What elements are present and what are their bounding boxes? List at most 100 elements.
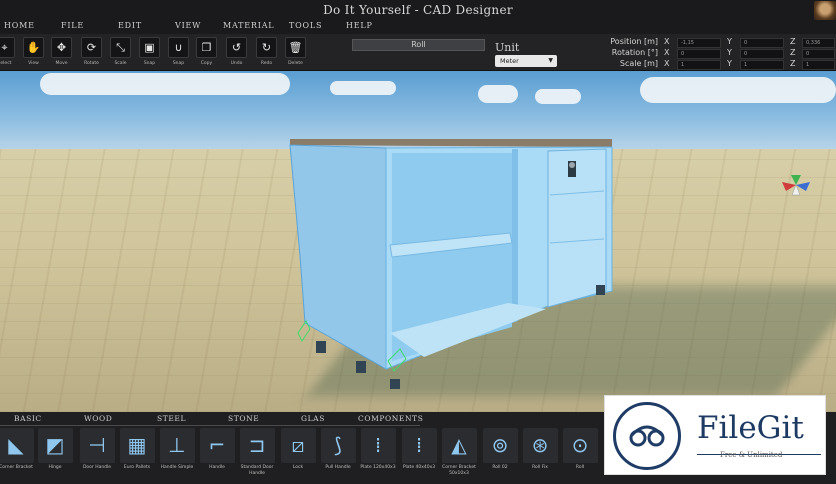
menu-home[interactable]: HOME	[4, 21, 35, 30]
tool-snap-button[interactable]: ▣ Snap	[138, 37, 161, 70]
library-item[interactable]: ◣ Corner Bracket	[0, 428, 35, 484]
library-item[interactable]: ⌐ Handle	[198, 428, 236, 484]
library-item-label: Lock	[292, 465, 304, 470]
tool-label: Move	[55, 61, 68, 66]
library-item[interactable]: ⊙ Roll	[561, 428, 599, 484]
library-item[interactable]: ◭ Corner Bracket 50x10x3	[440, 428, 478, 484]
rotation-y-field[interactable]: 0	[740, 49, 784, 59]
library-item-label: Roll Fix	[532, 465, 548, 470]
user-avatar[interactable]	[814, 1, 836, 21]
hand-icon: ✋	[23, 37, 44, 58]
library-item[interactable]: ⟆ Pull Handle	[319, 428, 357, 484]
tool-label: Snap	[172, 61, 185, 66]
magnet-icon: ∪	[168, 37, 189, 58]
library-item-label: Plate 40x40x3	[402, 465, 436, 470]
cabinet-model[interactable]	[0, 71, 836, 412]
window-title: Do It Yourself - CAD Designer	[323, 3, 513, 17]
move-icon: ✥	[51, 37, 72, 58]
scale-z-axis-label: Z	[790, 59, 796, 68]
axis-gizmo[interactable]	[778, 171, 814, 201]
scale-icon: ⤡	[110, 37, 131, 58]
rotation-x-field[interactable]: 0	[677, 49, 721, 59]
tab-stone[interactable]: STONE	[228, 414, 259, 423]
tab-basic[interactable]: BASIC	[14, 414, 42, 423]
tool-view-button[interactable]: ✋ View	[22, 37, 45, 70]
3d-viewport[interactable]	[0, 71, 836, 412]
hinge-icon: ◩	[37, 428, 73, 463]
scale-z-field[interactable]: 1	[802, 60, 835, 70]
tool-select-button[interactable]: ⌖ Select	[0, 37, 16, 70]
menu-view[interactable]: VIEW	[175, 21, 201, 30]
position-y-field[interactable]: 0	[740, 38, 784, 48]
menu-file[interactable]: FILE	[61, 21, 84, 30]
library-item[interactable]: ⊚ Roll 02	[481, 428, 519, 484]
roll-button[interactable]: Roll	[352, 39, 485, 51]
library-item[interactable]: ⊐ Standard Door Handle	[238, 428, 276, 484]
library-item[interactable]: ⁞ Plate 40x40x3	[400, 428, 438, 484]
undo-icon: ↺	[226, 37, 247, 58]
unit-value: Meter	[500, 57, 519, 65]
library-item-label: Hinge	[48, 465, 62, 470]
library-item[interactable]: ⁞ Plate 120x40x3	[359, 428, 397, 484]
tab-wood[interactable]: WOOD	[84, 414, 112, 423]
position-label: Position [m]	[610, 37, 658, 46]
tool-label: View	[28, 61, 39, 66]
library-item-label: Plate 120x40x3	[360, 465, 396, 470]
rotate-icon: ⟳	[81, 37, 102, 58]
tool-move-button[interactable]: ✥ Move	[50, 37, 73, 70]
snap-box-icon: ▣	[139, 37, 160, 58]
library-item-label: Euro Pallets	[123, 465, 151, 470]
tool-label: Delete	[288, 61, 303, 66]
tool-label: Rotate	[84, 61, 99, 66]
library-item[interactable]: ⧄ Lock	[279, 428, 317, 484]
menu-help[interactable]: HELP	[346, 21, 373, 30]
library-item[interactable]: ◩ Hinge	[36, 428, 74, 484]
library-item-label: Roll 02	[492, 465, 508, 470]
scale-y-field[interactable]: 1	[740, 60, 784, 70]
tool-rotate-button[interactable]: ⟳ Rotate	[80, 37, 103, 70]
position-z-field[interactable]: 0,336	[802, 38, 835, 48]
menu-bar: HOME FILE EDIT VIEW MATERIAL TOOLS HELP	[0, 20, 836, 34]
tool-label: Scale	[114, 61, 127, 66]
rotation-z-field[interactable]: 0	[802, 49, 835, 59]
library-item-label: Corner Bracket 50x10x3	[442, 465, 476, 476]
position-x-axis-label: X	[664, 37, 670, 46]
tool-redo-button[interactable]: ↻ Redo	[255, 37, 278, 70]
roll-fix-icon: ⊛	[522, 428, 558, 463]
roll-icon: ⊚	[482, 428, 518, 463]
menu-edit[interactable]: EDIT	[118, 21, 142, 30]
tool-label: Select	[0, 61, 12, 66]
door-handle-icon: ⊣	[79, 428, 115, 463]
library-item-label: Standard Door Handle	[240, 465, 274, 476]
rotation-x-axis-label: X	[664, 48, 670, 57]
pull-handle-icon: ⟆	[320, 428, 356, 463]
menu-material[interactable]: MATERIAL	[223, 21, 274, 30]
cabinet-worktop	[290, 139, 612, 147]
tool-snap-button[interactable]: ∪ Snap	[167, 37, 190, 70]
position-x-field[interactable]: -1,15	[677, 38, 721, 48]
tab-components[interactable]: COMPONENTS	[358, 414, 424, 423]
corner-bracket-icon: ◭	[441, 428, 477, 463]
scale-x-field[interactable]: 1	[677, 60, 721, 70]
tool-copy-button[interactable]: ❐ Copy	[195, 37, 218, 70]
menu-tools[interactable]: TOOLS	[289, 21, 322, 30]
position-y-axis-label: Y	[727, 37, 732, 46]
tab-steel[interactable]: STEEL	[157, 414, 186, 423]
library-item-label: Handle	[209, 465, 225, 470]
library-item[interactable]: ⊣ Door Handle	[78, 428, 116, 484]
rotation-z-axis-label: Z	[790, 48, 796, 57]
tool-label: Copy	[200, 61, 213, 66]
tool-delete-button[interactable]: 🗑 Delete	[284, 37, 307, 70]
tool-scale-button[interactable]: ⤡ Scale	[109, 37, 132, 70]
library-item[interactable]: ⊥ Handle Simple	[158, 428, 196, 484]
library-item-label: Door Handle	[82, 465, 112, 470]
select-icon: ⌖	[0, 37, 15, 58]
cloud-logo-icon	[613, 402, 681, 470]
tool-undo-button[interactable]: ↺ Undo	[225, 37, 248, 70]
library-item[interactable]: ▦ Euro Pallets	[118, 428, 156, 484]
library-item[interactable]: ⊛ Roll Fix	[521, 428, 559, 484]
plate-icon: ⁞	[401, 428, 437, 463]
watermark-tagline: Free & Unlimited	[720, 451, 783, 459]
scale-label: Scale [m]	[619, 59, 658, 68]
tab-glas[interactable]: GLAS	[301, 414, 325, 423]
